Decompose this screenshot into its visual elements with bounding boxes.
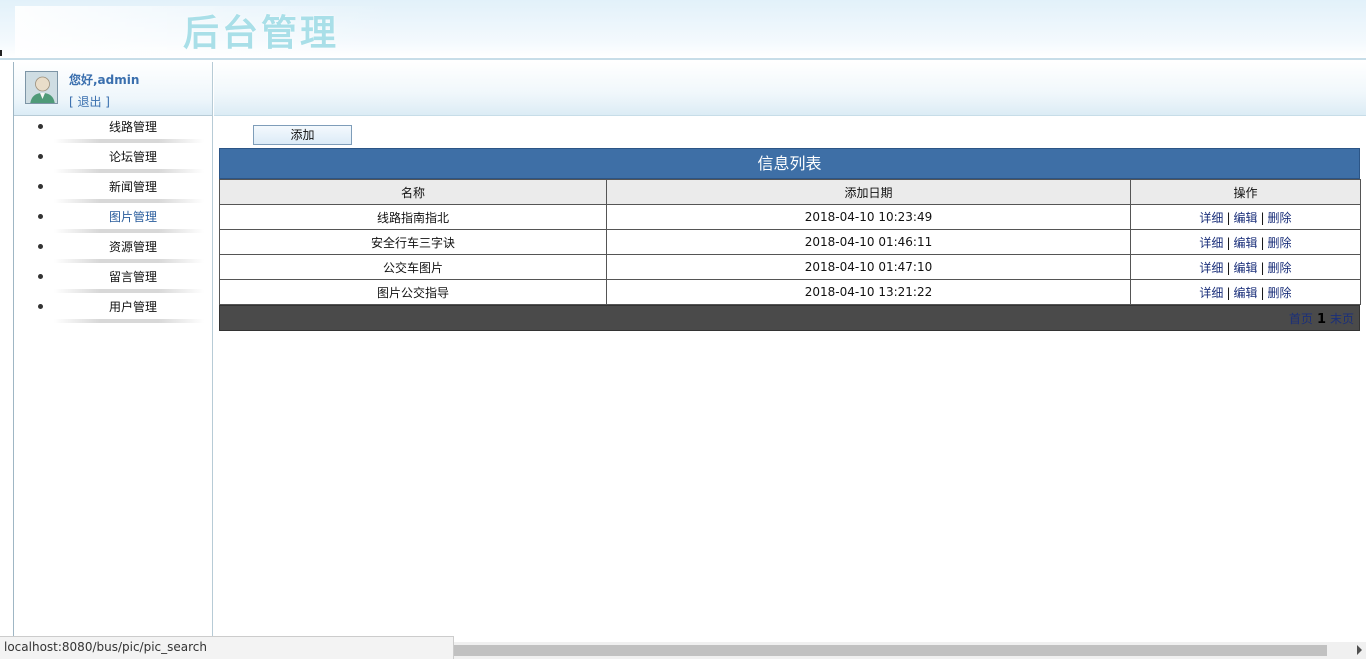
- scrollbar-thumb[interactable]: [454, 645, 1327, 656]
- separator: |: [1226, 235, 1231, 250]
- last-page-link[interactable]: 末页: [1330, 312, 1354, 326]
- divider: [54, 229, 204, 233]
- detail-link[interactable]: 详细: [1199, 286, 1223, 300]
- sidebar-item-users[interactable]: 用户管理: [14, 296, 212, 326]
- separator: |: [1260, 235, 1265, 250]
- divider: [54, 289, 204, 293]
- data-table: 名称 添加日期 操作 线路指南指北 2018-04-10 10:23:49 详细…: [219, 179, 1361, 305]
- bullet-icon: [38, 214, 43, 219]
- column-header-date: 添加日期: [606, 179, 1131, 205]
- avatar: [25, 71, 58, 104]
- bullet-icon: [38, 184, 43, 189]
- divider: [54, 199, 204, 203]
- sidebar-item-label[interactable]: 线路管理: [109, 118, 157, 135]
- cell-date: 2018-04-10 01:47:10: [606, 254, 1131, 280]
- detail-link[interactable]: 详细: [1199, 211, 1223, 225]
- sidebar-item-label[interactable]: 论坛管理: [109, 148, 157, 165]
- cell-actions: 详细 | 编辑 | 删除: [1130, 279, 1361, 305]
- separator: |: [1226, 260, 1231, 275]
- cell-date: 2018-04-10 13:21:22: [606, 279, 1131, 305]
- table-title: 信息列表: [219, 148, 1360, 179]
- separator: |: [1226, 210, 1231, 225]
- sidebar-item-label[interactable]: 用户管理: [109, 298, 157, 315]
- cell-name: 图片公交指导: [219, 279, 607, 305]
- detail-link[interactable]: 详细: [1199, 261, 1223, 275]
- separator: |: [1260, 285, 1265, 300]
- divider: [54, 259, 204, 263]
- sidebar-item-pictures[interactable]: 图片管理: [14, 206, 212, 236]
- cell-name: 线路指南指北: [219, 204, 607, 230]
- header-marker: [0, 50, 2, 56]
- cell-name: 安全行车三字诀: [219, 229, 607, 255]
- bullet-icon: [38, 124, 43, 129]
- table-header-row: 名称 添加日期 操作: [219, 179, 1361, 205]
- scroll-right-arrow-icon[interactable]: [1357, 645, 1362, 655]
- sidebar: 您好,admin [ 退出 ] 线路管理 论坛管理 新闻管理 图片管理 资源管理: [13, 62, 213, 642]
- sidebar-item-label[interactable]: 图片管理: [109, 208, 157, 225]
- bullet-icon: [38, 244, 43, 249]
- detail-link[interactable]: 详细: [1199, 236, 1223, 250]
- divider: [54, 139, 204, 143]
- bullet-icon: [38, 154, 43, 159]
- sidebar-item-label[interactable]: 留言管理: [109, 268, 157, 285]
- sidebar-item-forum[interactable]: 论坛管理: [14, 146, 212, 176]
- info-table: 信息列表 名称 添加日期 操作 线路指南指北 2018-04-10 10:23:…: [219, 148, 1361, 331]
- sidebar-item-route[interactable]: 线路管理: [14, 116, 212, 146]
- sidebar-item-label[interactable]: 新闻管理: [109, 178, 157, 195]
- sidebar-item-resources[interactable]: 资源管理: [14, 236, 212, 266]
- table-row: 线路指南指北 2018-04-10 10:23:49 详细 | 编辑 | 删除: [219, 204, 1361, 230]
- logout-link[interactable]: [ 退出 ]: [69, 93, 110, 110]
- cell-date: 2018-04-10 10:23:49: [606, 204, 1131, 230]
- edit-link[interactable]: 编辑: [1233, 261, 1257, 275]
- first-page-link[interactable]: 首页: [1289, 312, 1313, 326]
- cell-actions: 详细 | 编辑 | 删除: [1130, 254, 1361, 280]
- bullet-icon: [38, 304, 43, 309]
- edit-link[interactable]: 编辑: [1233, 211, 1257, 225]
- table-row: 公交车图片 2018-04-10 01:47:10 详细 | 编辑 | 删除: [219, 254, 1361, 280]
- pagination: 首页 1 末页: [219, 305, 1360, 331]
- cell-actions: 详细 | 编辑 | 删除: [1130, 229, 1361, 255]
- sidebar-item-news[interactable]: 新闻管理: [14, 176, 212, 206]
- separator: |: [1226, 285, 1231, 300]
- column-header-name: 名称: [219, 179, 607, 205]
- bullet-icon: [38, 274, 43, 279]
- user-greeting: 您好,admin: [69, 73, 140, 87]
- divider: [54, 319, 204, 323]
- delete-link[interactable]: 删除: [1268, 261, 1292, 275]
- table-row: 安全行车三字诀 2018-04-10 01:46:11 详细 | 编辑 | 删除: [219, 229, 1361, 255]
- cell-actions: 详细 | 编辑 | 删除: [1130, 204, 1361, 230]
- sidebar-item-label[interactable]: 资源管理: [109, 238, 157, 255]
- status-bar-url: localhost:8080/bus/pic/pic_search: [0, 636, 454, 659]
- current-page: 1: [1316, 312, 1326, 327]
- user-panel: 您好,admin [ 退出 ]: [14, 62, 212, 116]
- delete-link[interactable]: 删除: [1268, 211, 1292, 225]
- divider: [54, 169, 204, 173]
- column-header-actions: 操作: [1130, 179, 1361, 205]
- separator: |: [1260, 210, 1265, 225]
- edit-link[interactable]: 编辑: [1233, 236, 1257, 250]
- sidebar-menu: 线路管理 论坛管理 新闻管理 图片管理 资源管理 留言管理 用户管理: [14, 116, 212, 326]
- sidebar-item-messages[interactable]: 留言管理: [14, 266, 212, 296]
- separator: |: [1260, 260, 1265, 275]
- edit-link[interactable]: 编辑: [1233, 286, 1257, 300]
- cell-name: 公交车图片: [219, 254, 607, 280]
- app-header: 后台管理: [0, 0, 1366, 60]
- delete-link[interactable]: 删除: [1268, 286, 1292, 300]
- add-button[interactable]: 添加: [253, 125, 352, 145]
- horizontal-scrollbar[interactable]: [454, 642, 1366, 659]
- cell-date: 2018-04-10 01:46:11: [606, 229, 1131, 255]
- page-title: 后台管理: [183, 12, 340, 54]
- main-top-band: [214, 62, 1366, 116]
- delete-link[interactable]: 删除: [1268, 236, 1292, 250]
- table-row: 图片公交指导 2018-04-10 13:21:22 详细 | 编辑 | 删除: [219, 279, 1361, 305]
